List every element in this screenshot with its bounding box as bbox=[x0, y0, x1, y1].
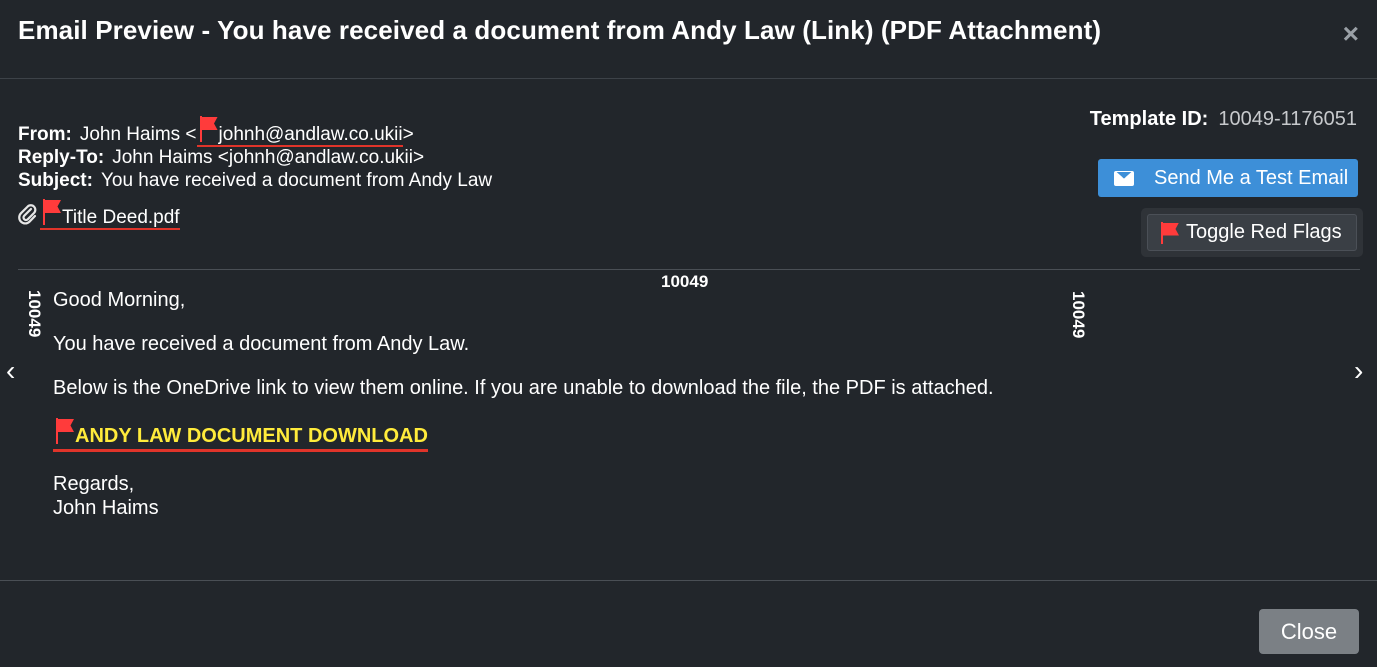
red-flag-icon bbox=[1158, 221, 1182, 244]
from-label: From: bbox=[18, 124, 72, 145]
greeting: Good Morning, bbox=[53, 289, 186, 311]
send-test-email-label: Send Me a Test Email bbox=[1154, 166, 1349, 189]
attachment-name: Title Deed.pdf bbox=[62, 207, 180, 228]
from-row: From: John Haims < johnh@andlaw.co.ukii> bbox=[18, 116, 492, 147]
chevron-left-icon[interactable]: ‹ bbox=[6, 357, 15, 385]
reply-to-name: John Haims bbox=[112, 147, 213, 168]
send-test-email-button[interactable]: Send Me a Test Email bbox=[1098, 159, 1358, 197]
modal-title: Email Preview - You have received a docu… bbox=[18, 15, 1102, 45]
template-code-right: 10049 bbox=[1069, 291, 1088, 339]
template-code-left: 10049 bbox=[25, 290, 44, 338]
divider bbox=[18, 269, 1360, 270]
red-flag-icon[interactable] bbox=[40, 199, 62, 225]
reply-to-label: Reply-To: bbox=[18, 147, 105, 168]
from-address-flagged[interactable]: johnh@andlaw.co.ukii bbox=[196, 116, 403, 147]
red-flag-icon[interactable] bbox=[197, 116, 219, 142]
red-flag-icon[interactable] bbox=[53, 418, 75, 444]
body-line-2: Below is the OneDrive link to view them … bbox=[53, 377, 994, 399]
chevron-right-icon[interactable]: › bbox=[1354, 357, 1363, 385]
footer-divider bbox=[0, 580, 1377, 581]
subject-label: Subject: bbox=[18, 170, 93, 191]
modal-header: Email Preview - You have received a docu… bbox=[0, 0, 1377, 79]
toggle-red-flags-wrapper: Toggle Red Flags bbox=[1141, 208, 1363, 257]
email-meta: From: John Haims < johnh@andlaw.co.ukii> R… bbox=[18, 116, 492, 232]
from-name: John Haims bbox=[79, 124, 181, 145]
document-download-label: ANDY LAW DOCUMENT DOWNLOAD bbox=[75, 425, 428, 447]
toggle-red-flags-button[interactable]: Toggle Red Flags bbox=[1147, 214, 1357, 251]
subject-row: Subject: You have received a document fro… bbox=[18, 169, 492, 192]
attachment-row: Title Deed.pdf bbox=[18, 199, 492, 232]
toggle-red-flags-label: Toggle Red Flags bbox=[1186, 221, 1342, 243]
template-id: Template ID: 10049-1176051 bbox=[1090, 108, 1357, 131]
close-button[interactable]: Close bbox=[1259, 609, 1359, 654]
signature: John Haims bbox=[53, 497, 159, 519]
subject-text: You have received a document from Andy L… bbox=[100, 170, 493, 191]
reply-to-address: johnh@andlaw.co.ukii bbox=[228, 147, 413, 168]
template-id-label: Template ID: bbox=[1089, 108, 1209, 130]
attachment-link[interactable]: Title Deed.pdf bbox=[40, 199, 180, 230]
from-address: johnh@andlaw.co.ukii bbox=[218, 124, 403, 145]
paperclip-icon bbox=[18, 204, 40, 232]
body-line-1: You have received a document from Andy L… bbox=[53, 333, 470, 355]
email-body: Good Morning, You have received a docume… bbox=[53, 288, 994, 520]
close-icon[interactable]: × bbox=[1343, 20, 1359, 48]
reply-to-row: Reply-To: John Haims <johnh@andlaw.co.uki… bbox=[18, 147, 425, 168]
closing: Regards, bbox=[53, 473, 135, 495]
template-id-value: 10049-1176051 bbox=[1218, 108, 1357, 130]
document-download-link[interactable]: ANDY LAW DOCUMENT DOWNLOAD bbox=[53, 418, 428, 452]
envelope-icon bbox=[1114, 170, 1134, 186]
